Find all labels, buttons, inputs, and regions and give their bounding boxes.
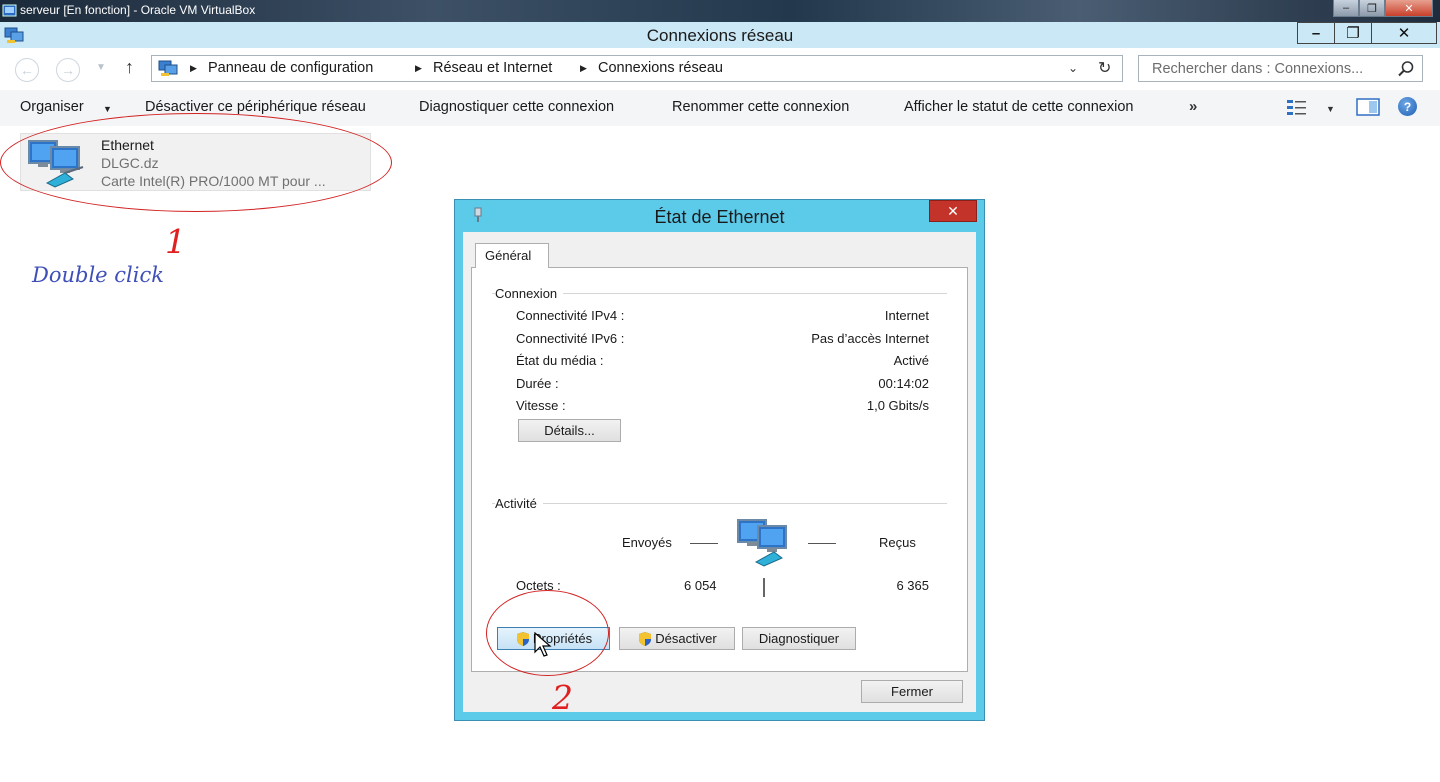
ipv4-label: Connectivité IPv4 : [516, 308, 625, 323]
group-divider [492, 503, 947, 504]
close-dialog-button[interactable]: Fermer [861, 680, 963, 703]
help-icon[interactable]: ? [1398, 97, 1417, 116]
address-bar[interactable]: ▶ Panneau de configuration ▶ Réseau et I… [151, 55, 1123, 82]
sent-line [690, 543, 718, 544]
bytes-sent-value: 6 054 [684, 578, 717, 593]
activity-network-icon [737, 519, 787, 567]
breadcrumb-control-panel[interactable]: Panneau de configuration [208, 60, 373, 76]
back-button[interactable]: ← [15, 58, 39, 82]
virtualbox-title-bar: serveur [En fonction] - Oracle VM Virtua… [0, 0, 1440, 22]
mouse-cursor-icon [534, 632, 552, 657]
breadcrumb-arrow-icon[interactable]: ▶ [190, 63, 197, 74]
more-commands-button[interactable]: » [1189, 98, 1197, 115]
show-status-button[interactable]: Afficher le statut de cette connexion [904, 99, 1133, 115]
minimize-button[interactable]: – [1297, 22, 1335, 44]
search-box[interactable] [1138, 55, 1423, 82]
annotation-circle [0, 113, 392, 212]
media-state-label: État du média : [516, 353, 604, 368]
virtualbox-minimize-button[interactable]: – [1333, 0, 1359, 17]
dialog-title: État de Ethernet [654, 207, 785, 227]
preview-pane-icon[interactable] [1356, 98, 1380, 116]
annotation-instruction: Double click [32, 263, 164, 287]
breadcrumb-network-internet[interactable]: Réseau et Internet [433, 60, 552, 76]
virtualbox-icon [2, 4, 17, 17]
window-title-bar: Connexions réseau – ❐ ✕ [0, 22, 1440, 48]
speed-value: 1,0 Gbits/s [866, 398, 929, 413]
close-button[interactable]: ✕ [1371, 22, 1437, 44]
bytes-divider [763, 578, 765, 597]
window-title: Connexions réseau [646, 26, 794, 45]
virtualbox-maximize-button[interactable]: ❐ [1359, 0, 1385, 17]
search-icon[interactable] [1397, 60, 1415, 78]
view-dropdown-icon[interactable]: ▼ [1326, 104, 1335, 114]
virtualbox-title: serveur [En fonction] - Oracle VM Virtua… [20, 3, 256, 17]
recent-locations-dropdown-icon[interactable]: ▼ [96, 62, 106, 73]
organize-menu[interactable]: Organiser [20, 99, 84, 115]
connection-group-label: Connexion [495, 286, 564, 301]
virtualbox-close-button[interactable]: ✕ [1385, 0, 1433, 17]
diagnose-button[interactable]: Diagnostiquer [742, 627, 856, 650]
tab-general[interactable]: Général [475, 243, 549, 268]
rename-connection-button[interactable]: Renommer cette connexion [672, 99, 849, 115]
search-input[interactable] [1139, 56, 1389, 81]
annotation-step-number: 1 [165, 222, 186, 261]
diagnose-connection-button[interactable]: Diagnostiquer cette connexion [419, 99, 614, 115]
breadcrumb-network-connections[interactable]: Connexions réseau [598, 60, 723, 76]
up-button[interactable]: ↑ [125, 57, 134, 78]
disable-button-label: Désactiver [655, 631, 717, 646]
disable-button[interactable]: Désactiver [619, 627, 735, 650]
annotation-step-number: 2 [552, 678, 573, 717]
breadcrumb-arrow-icon[interactable]: ▶ [580, 63, 587, 74]
ipv4-value: Internet [884, 308, 929, 323]
forward-button[interactable]: → [56, 58, 80, 82]
details-button[interactable]: Détails... [518, 419, 621, 442]
dialog-close-button[interactable]: ✕ [929, 200, 977, 222]
received-label: Reçus [879, 535, 916, 550]
address-history-chevron-icon[interactable]: ⌄ [1068, 61, 1078, 75]
duration-value: 00:14:02 [878, 376, 929, 391]
ipv6-value: Pas d’accès Internet [811, 331, 929, 346]
restore-button[interactable]: ❐ [1334, 22, 1372, 44]
organize-dropdown-icon[interactable]: ▼ [103, 104, 112, 114]
media-state-value: Activé [893, 353, 929, 368]
sent-label: Envoyés [622, 535, 672, 550]
activity-group-label: Activité [495, 496, 543, 511]
control-panel-icon [158, 60, 178, 76]
breadcrumb-arrow-icon[interactable]: ▶ [415, 63, 422, 74]
refresh-icon[interactable]: ↻ [1098, 58, 1111, 78]
bytes-received-value: 6 365 [896, 578, 929, 593]
received-line [808, 543, 836, 544]
speed-label: Vitesse : [516, 398, 566, 413]
address-row: ← → ▼ ↑ ▶ Panneau de configuration ▶ Rés… [0, 48, 1440, 90]
ipv6-label: Connectivité IPv6 : [516, 331, 625, 346]
duration-label: Durée : [516, 376, 559, 391]
change-view-icon[interactable] [1286, 98, 1308, 116]
uac-shield-icon [639, 631, 652, 646]
